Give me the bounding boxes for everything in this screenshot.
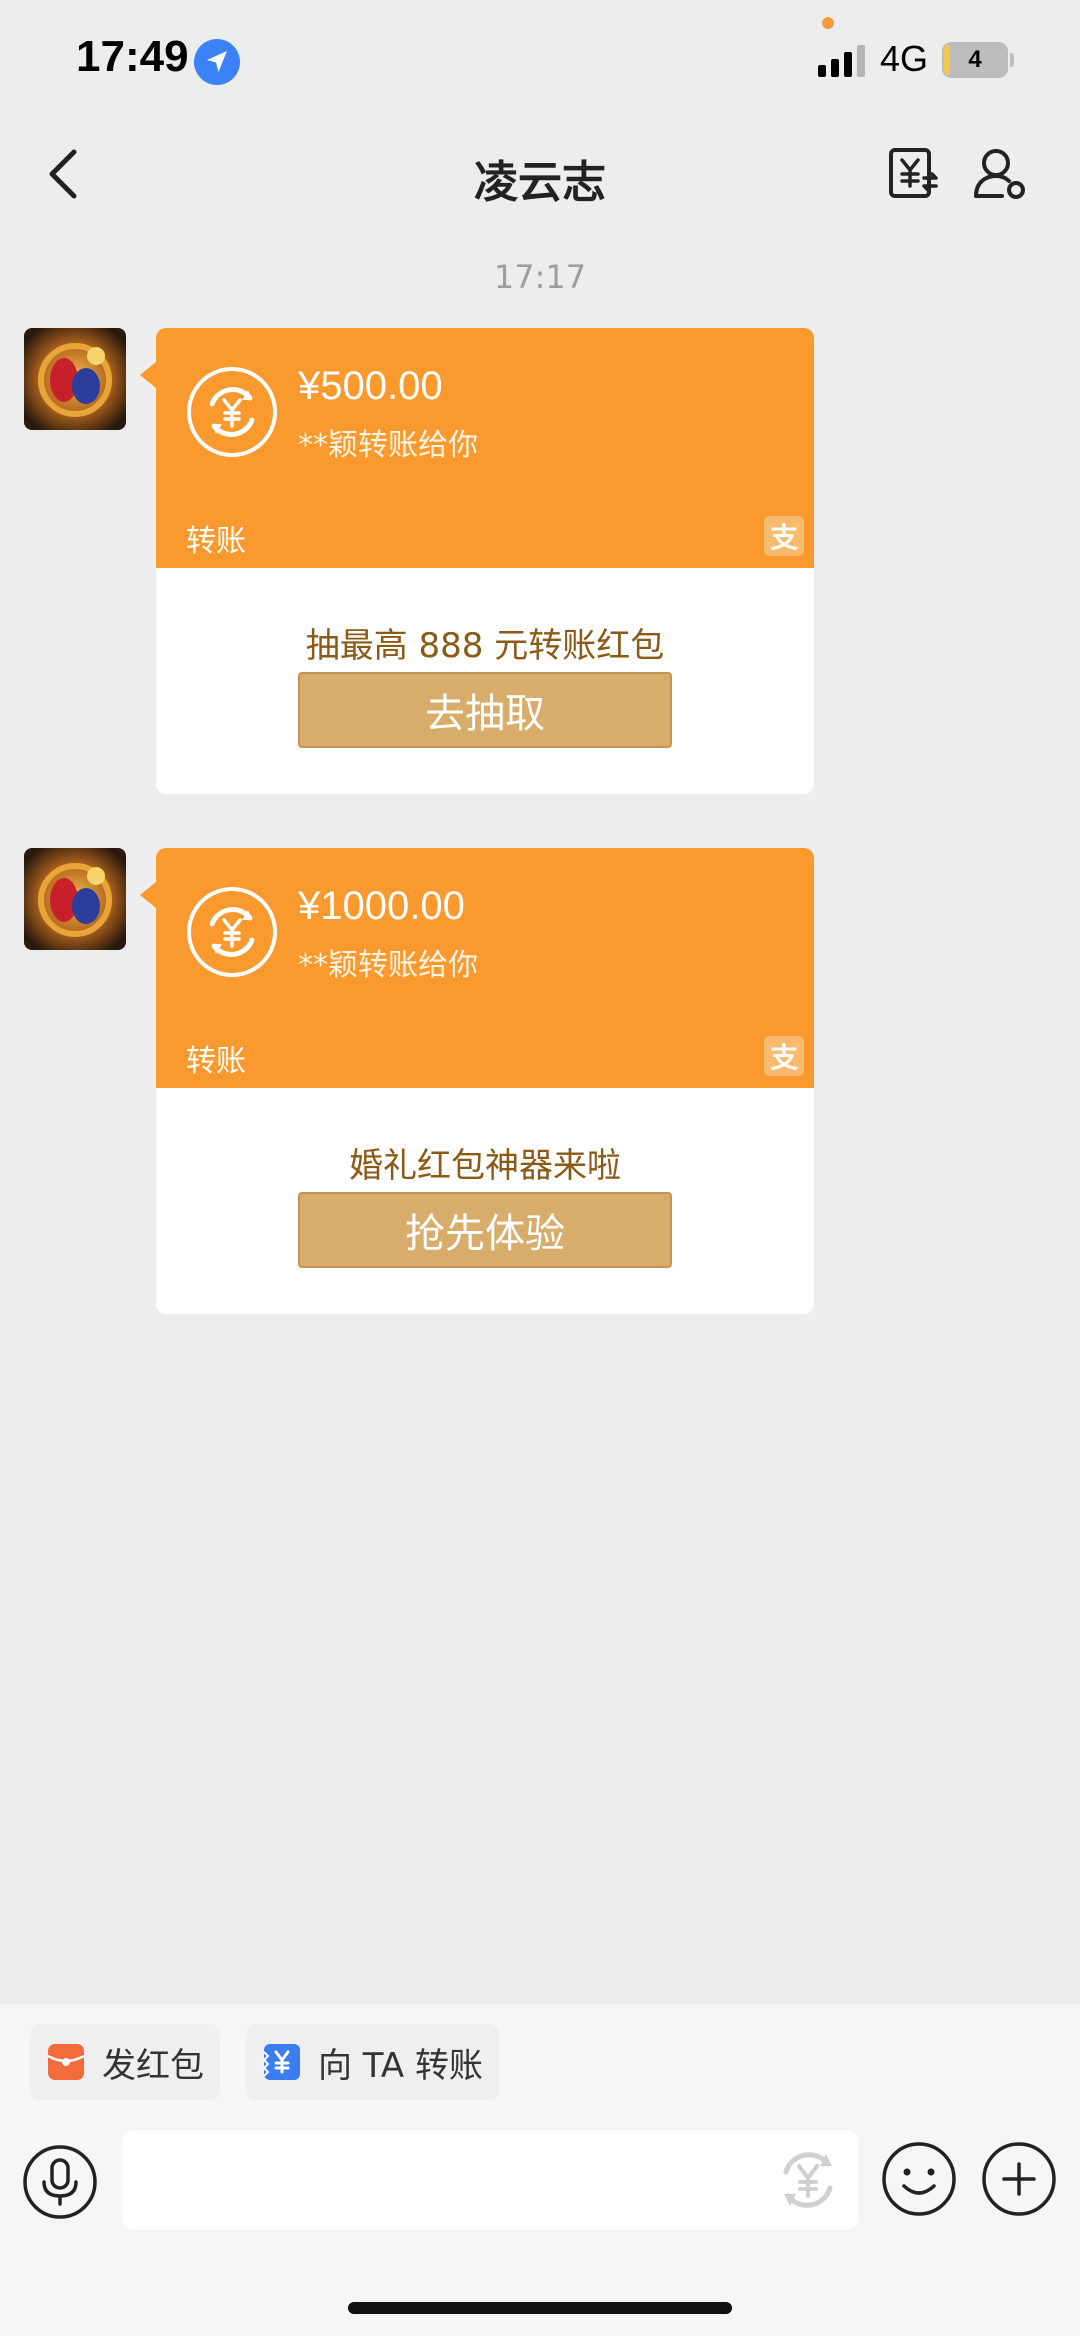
plus-icon[interactable] [980, 2140, 1058, 2218]
status-bar: 17:49 4G 4 [0, 0, 1080, 120]
transfer-card-header[interactable]: ¥500.00 **颖转账给你 转账 支 [156, 328, 814, 568]
transfer-record-icon[interactable] [888, 146, 940, 202]
transfer-amount: ¥1000.00 [298, 884, 465, 928]
avatar-image [24, 328, 126, 430]
voice-input-icon[interactable] [22, 2144, 98, 2220]
sender-avatar[interactable] [24, 328, 126, 430]
transfer-type-label: 转账 [186, 524, 246, 559]
home-indicator [348, 2302, 732, 2314]
promo-text: 抽最高 888 元转账红包 [305, 626, 665, 666]
transfer-coin-icon [187, 367, 277, 457]
promo-button[interactable]: 去抽取 [298, 672, 672, 748]
transfer-card[interactable]: ¥500.00 **颖转账给你 转账 支 抽最高 888 元转账红包 去抽取 [156, 328, 814, 794]
alipay-logo-icon: 支 [764, 516, 804, 556]
transfer-shortcut-icon[interactable] [770, 2142, 846, 2218]
emoji-icon[interactable] [880, 2140, 958, 2218]
promo-text: 婚礼红包神器来啦 [349, 1146, 621, 1186]
network-type: 4G [880, 38, 929, 79]
transfer-type-label: 转账 [186, 1044, 246, 1079]
location-arrow-icon [194, 39, 240, 85]
message-input[interactable] [122, 2130, 858, 2230]
alipay-logo-icon: 支 [764, 1036, 804, 1076]
transfer-icon [262, 2044, 300, 2080]
transfer-to-ta-label: 向 TA 转账 [318, 2045, 484, 2086]
battery-icon: 4 [942, 42, 1008, 78]
battery-level: 4 [968, 46, 982, 73]
battery-cap [1010, 53, 1014, 67]
transfer-card[interactable]: ¥1000.00 **颖转账给你 转账 支 婚礼红包神器来啦 抢先体验 [156, 848, 814, 1314]
user-settings-icon[interactable] [972, 146, 1028, 202]
red-packet-icon [47, 2044, 85, 2080]
transfer-subtitle: **颖转账给你 [298, 428, 478, 463]
avatar-image [24, 848, 126, 950]
chat-timestamp: 17:17 [493, 258, 587, 296]
bubble-arrow [140, 882, 156, 908]
status-time: 17:49 [76, 32, 189, 81]
transfer-coin-icon [187, 887, 277, 977]
send-red-packet-button[interactable]: 发红包 [30, 2024, 220, 2100]
transfer-amount: ¥500.00 [298, 364, 443, 408]
promo-button[interactable]: 抢先体验 [298, 1192, 672, 1268]
transfer-subtitle: **颖转账给你 [298, 948, 478, 983]
signal-icon [818, 45, 865, 77]
page-title: 凌云志 [474, 157, 606, 208]
transfer-card-header[interactable]: ¥1000.00 **颖转账给你 转账 支 [156, 848, 814, 1088]
bubble-arrow [140, 362, 156, 388]
sender-avatar[interactable] [24, 848, 126, 950]
privacy-indicator-dot [822, 17, 834, 29]
back-chevron-icon[interactable] [40, 146, 92, 202]
send-red-packet-label: 发红包 [102, 2045, 204, 2086]
transfer-to-ta-button[interactable]: 向 TA 转账 [246, 2024, 500, 2100]
